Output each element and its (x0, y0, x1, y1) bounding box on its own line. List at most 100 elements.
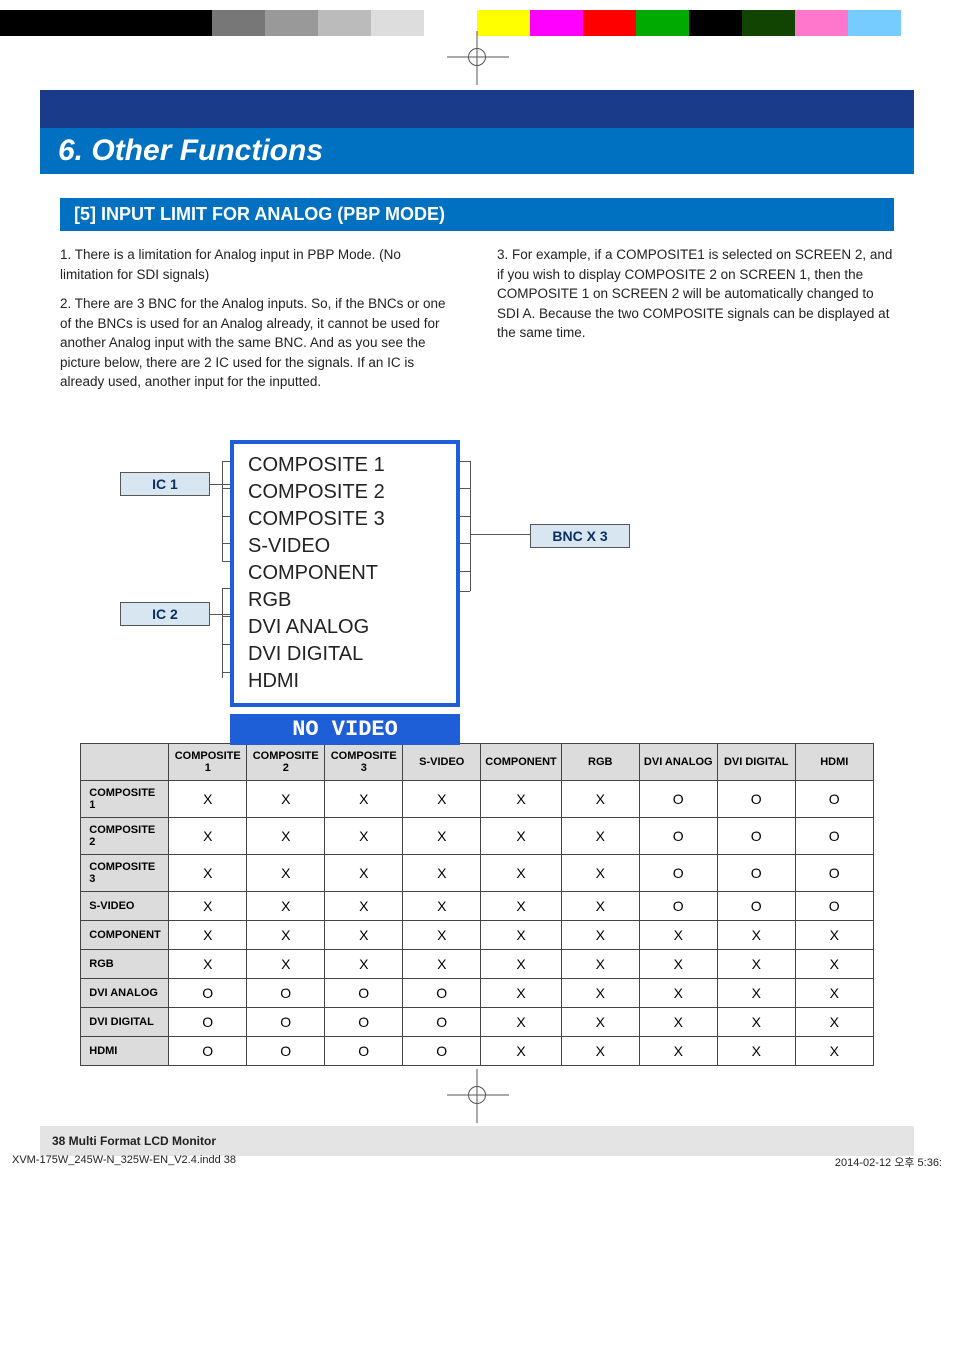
color-swatch (265, 10, 318, 36)
signal-list-box: COMPOSITE 1COMPOSITE 2COMPOSITE 3S-VIDEO… (230, 440, 460, 707)
table-cell: X (169, 818, 247, 855)
table-row-header: RGB (81, 950, 169, 979)
table-cell: X (403, 921, 481, 950)
table-cell: O (325, 1008, 403, 1037)
table-cell: O (169, 1037, 247, 1066)
table-row-header: DVI DIGITAL (81, 1008, 169, 1037)
table-cell: O (403, 979, 481, 1008)
table-cell: O (169, 979, 247, 1008)
table-cell: X (795, 1037, 873, 1066)
wire (222, 644, 230, 645)
wire (210, 614, 230, 615)
table-cell: X (561, 781, 639, 818)
signal-item: DVI DIGITAL (248, 641, 442, 668)
table-col-header: COMPONENT (481, 744, 562, 781)
table-cell: X (561, 818, 639, 855)
table-col-header: COMPOSITE 1 (169, 744, 247, 781)
table-cell: X (717, 950, 795, 979)
table-cell: X (247, 855, 325, 892)
table-cell: X (247, 950, 325, 979)
page-footer: 38 Multi Format LCD Monitor (40, 1126, 914, 1156)
registration-mark-top (0, 48, 954, 66)
color-swatch (424, 10, 477, 36)
table-cell: X (795, 950, 873, 979)
table-cell: O (795, 892, 873, 921)
table-cell: X (481, 781, 562, 818)
table-row-header: COMPOSITE 2 (81, 818, 169, 855)
table-cell: X (561, 1037, 639, 1066)
table-cell: X (561, 892, 639, 921)
signal-item: COMPOSITE 2 (248, 479, 442, 506)
table-cell: X (169, 781, 247, 818)
table-row: DVI ANALOGOOOOXXXXX (81, 979, 874, 1008)
table-row: HDMIOOOOXXXXX (81, 1037, 874, 1066)
wire (222, 461, 223, 561)
table-cell: X (639, 950, 717, 979)
chapter-title: 6. Other Functions (40, 128, 914, 174)
table-cell: X (247, 818, 325, 855)
table-corner (81, 744, 169, 781)
table-row-header: HDMI (81, 1037, 169, 1066)
table-cell: X (481, 921, 562, 950)
table-cell: O (717, 855, 795, 892)
table-cell: O (639, 781, 717, 818)
table-cell: X (481, 1008, 562, 1037)
table-cell: X (717, 921, 795, 950)
signal-item: COMPOSITE 1 (248, 452, 442, 479)
table-cell: X (247, 921, 325, 950)
color-swatch (530, 10, 583, 36)
table-row-header: COMPOSITE 3 (81, 855, 169, 892)
table-cell: X (325, 892, 403, 921)
signal-item: RGB (248, 587, 442, 614)
table-col-header: COMPOSITE 3 (325, 744, 403, 781)
table-cell: O (247, 1037, 325, 1066)
para-2: 2. There are 3 BNC for the Analog inputs… (60, 294, 457, 392)
color-swatch (371, 10, 424, 36)
signal-item: COMPONENT (248, 560, 442, 587)
table-cell: X (639, 921, 717, 950)
table-cell: O (247, 1008, 325, 1037)
table-col-header: DVI ANALOG (639, 744, 717, 781)
wire (222, 616, 230, 617)
wire (222, 488, 230, 489)
table-cell: O (795, 818, 873, 855)
wire (222, 461, 230, 462)
table-row-header: COMPOSITE 1 (81, 781, 169, 818)
table-cell: O (795, 855, 873, 892)
table-cell: X (795, 921, 873, 950)
ic1-box: IC 1 (120, 472, 210, 496)
table-cell: X (717, 979, 795, 1008)
table-cell: O (247, 979, 325, 1008)
table-cell: O (403, 1037, 481, 1066)
para-1: 1. There is a limitation for Analog inpu… (60, 245, 457, 284)
table-cell: X (795, 979, 873, 1008)
wire (460, 543, 470, 544)
table-cell: X (247, 781, 325, 818)
header-blue-block (40, 90, 914, 128)
print-date: 2014-02-12 오후 5:36: (835, 1154, 942, 1170)
wire (460, 488, 470, 489)
table-cell: X (795, 1008, 873, 1037)
table-cell: O (717, 892, 795, 921)
table-col-header: DVI DIGITAL (717, 744, 795, 781)
signal-diagram: IC 1 IC 2 COMPOSITE 1COMPOSITE 2COMPOSIT… (60, 416, 894, 721)
table-cell: X (169, 892, 247, 921)
color-swatch (212, 10, 265, 36)
wire (210, 484, 230, 485)
right-column: 3. For example, if a COMPOSITE1 is selec… (497, 245, 894, 402)
table-cell: X (561, 921, 639, 950)
color-swatch (583, 10, 636, 36)
table-cell: X (561, 979, 639, 1008)
table-cell: X (325, 855, 403, 892)
table-cell: X (481, 855, 562, 892)
registration-mark-bottom (0, 1086, 954, 1104)
print-footer: XVM-175W_245W-N_325W-EN_V2.4.indd 38 201… (12, 1154, 942, 1170)
table-row-header: COMPONENT (81, 921, 169, 950)
table-cell: O (639, 855, 717, 892)
table-col-header: S-VIDEO (403, 744, 481, 781)
wire (460, 591, 470, 592)
ic2-box: IC 2 (120, 602, 210, 626)
wire (222, 588, 230, 589)
table-cell: X (561, 1008, 639, 1037)
bnc-box: BNC X 3 (530, 524, 630, 548)
